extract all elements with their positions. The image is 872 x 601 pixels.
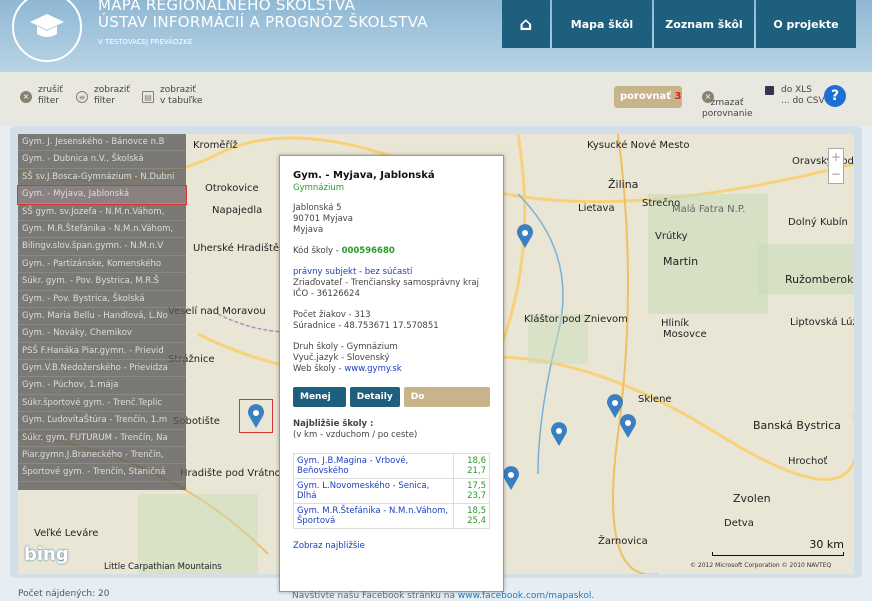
compare-count: 3 — [674, 91, 682, 102]
list-item[interactable]: Športové gym. - Trenčín, Staničná — [18, 464, 186, 482]
city-label: Veľké Leváre — [34, 528, 99, 539]
city-label: Sklene — [638, 394, 672, 405]
list-item[interactable]: SŠ sv.J.Bosca-Gymnázium - N.Dubni — [18, 169, 186, 187]
show-nearest-link[interactable]: Zobraz najbližšie — [293, 541, 490, 552]
city-label: Ružomberok — [785, 273, 854, 286]
export-csv-button[interactable]: ... do CSV — [781, 96, 825, 106]
school-kind: Druh školy - Gymnázium Vyuč.jazyk - Slove… — [293, 342, 402, 374]
city-label: Martin — [663, 255, 699, 268]
stats: Počet žiakov - 313 Súradnice - 48.753671 … — [293, 310, 439, 331]
address: Jablonská 5 90701 Myjava Myjava — [293, 203, 353, 235]
city-label: Lietava — [578, 203, 615, 214]
school-pin-icon[interactable] — [516, 224, 534, 248]
list-item[interactable]: Gym. - Pov. Bystrica, Školská — [18, 291, 186, 308]
map-scale: 30 km — [809, 538, 844, 551]
title-line-2: ÚSTAV INFORMÁCIÍ A PROGNÓZ ŠKOLSTVA — [98, 13, 428, 31]
header: MAPA REGIONÁLNEHO ŠKOLSTVA ÚSTAV INFORMÁC… — [0, 0, 872, 72]
city-label: Dolný Kubín — [788, 217, 848, 228]
school-type: Gymnázium — [293, 183, 344, 193]
graduation-cap-icon — [30, 14, 64, 37]
city-label: Žarnovica — [598, 536, 648, 547]
city-label: Malá Fatra N.P. — [672, 204, 746, 215]
list-item[interactable]: Súkr. gym. FUTURUM - Trenčín, Na — [18, 430, 186, 448]
web-link[interactable]: www.gymy.sk — [344, 364, 401, 374]
main-nav: ⌂ Mapa škôl Zoznam škôl O projekte — [502, 0, 858, 48]
school-pin-icon[interactable] — [550, 422, 568, 446]
list-item[interactable]: Gym. - Dubnica n.V., Školská — [18, 151, 186, 169]
city-label: Hliník — [661, 318, 689, 329]
zoom-out-icon[interactable]: − — [829, 166, 843, 183]
school-pin-icon[interactable] — [619, 414, 637, 438]
table-row[interactable]: Gym. L.Novomeského - Senica, Dlhá 17,5 23,… — [293, 478, 490, 504]
less-button[interactable]: Menej « — [293, 387, 346, 422]
list-item[interactable]: Bilingv.slov.špan.gymn. - N.M.n.V — [18, 238, 186, 256]
city-label: Kláštor pod Znievom — [524, 314, 628, 325]
city-label: Vrútky — [655, 231, 688, 242]
list-item[interactable]: Gym. - Nováky, Chemikov — [18, 325, 186, 343]
nearest-table: Gym. J.B.Magina - Vrbové, Beňovského 18,6… — [293, 453, 490, 529]
table-row[interactable]: Gym. M.R.Štefánika - N.M.n.Váhom, Športo… — [293, 503, 490, 529]
list-item[interactable]: Piar.gymn.J.Braneckého - Trenčín, — [18, 447, 186, 465]
site-title: MAPA REGIONÁLNEHO ŠKOLSTVA ÚSTAV INFORMÁC… — [98, 0, 428, 31]
site-subtitle: V TESTOVACEJ PREVÁDZKE — [98, 38, 193, 46]
city-label: Zvolen — [733, 492, 771, 505]
zoom-in-icon[interactable]: + — [829, 149, 843, 166]
clear-icon: × — [20, 91, 32, 103]
logo[interactable] — [12, 0, 82, 62]
list-item[interactable]: Gym. - Partizánske, Komenského — [18, 256, 186, 274]
city-label: Little Carpathian Mountains — [104, 562, 222, 572]
school-list: Gym. J. Jesenského - Bánovce n.B Gym. - … — [17, 134, 187, 490]
city-label: Liptovská Lúžna — [790, 317, 854, 328]
table-row[interactable]: Gym. J.B.Magina - Vrbové, Beňovského 18,6… — [293, 453, 490, 479]
city-label: Banská Bystrica — [753, 419, 841, 432]
list-item[interactable]: Gym. - Púchov, 1.mája — [18, 377, 186, 395]
nav-list[interactable]: Zoznam škôl — [654, 0, 754, 48]
city-label: Hrochoť — [788, 456, 828, 467]
legal-info: právny subjekt - bez súčastí Zriaďovateľ … — [293, 267, 490, 300]
city-label: Hradište pod Vrátnom — [180, 468, 291, 479]
list-item[interactable]: Súkr.športové gym. - Trenč.Teplic — [18, 395, 186, 413]
school-pin-icon[interactable] — [502, 466, 520, 490]
city-label: Mosovce — [663, 329, 707, 340]
bing-logo: bing — [24, 544, 69, 565]
city-label: Kroměříž — [193, 140, 238, 151]
city-label: Napajedla — [212, 205, 263, 216]
scale-bar — [712, 552, 844, 556]
nav-about[interactable]: O projekte — [756, 0, 856, 48]
list-item-selected[interactable]: Gym. - Myjava, Jablonská — [17, 185, 187, 205]
city-label: Detva — [724, 518, 754, 529]
school-code: Kód školy - 000596680 — [293, 246, 395, 256]
list-item[interactable]: SŠ gym. sv.Jozefa - N.M.n.Váhom, — [18, 204, 186, 221]
map-copyright: © 2012 Microsoft Corporation © 2010 NAVT… — [690, 562, 832, 569]
title-line-1: MAPA REGIONÁLNEHO ŠKOLSTVA — [98, 0, 356, 14]
school-name: Gym. - Myjava, Jablonská — [293, 170, 435, 181]
found-count: Počet nájdených: 20 — [18, 589, 110, 599]
add-compare-button[interactable]: Do porovnania — [403, 387, 490, 422]
list-item[interactable]: Súkr. gym. - Pov. Bystrica, M.R.Š — [18, 273, 186, 291]
help-icon[interactable]: ? — [824, 85, 846, 107]
table-icon: ▤ — [142, 91, 154, 103]
list-item[interactable]: Gym. M.R.Štefánika - N.M.n.Váhom, — [18, 221, 186, 239]
compare-button[interactable]: porovnať 3 — [614, 86, 682, 108]
city-label: Žilina — [608, 178, 639, 191]
legal-link[interactable]: právny subjekt - bez súčastí — [293, 267, 490, 278]
selected-school-pin-icon[interactable] — [239, 399, 273, 433]
filter-icon: ≡ — [76, 91, 88, 103]
zoom-control[interactable]: + − — [828, 148, 844, 184]
list-item[interactable]: PSŠ F.Hanáka Piar.gymn. - Prievid — [18, 343, 186, 361]
list-item[interactable]: Gym. Maria Bellu - Handlová, L.No — [18, 308, 186, 326]
city-label: Oravský Podzámok — [792, 156, 854, 167]
list-item[interactable]: Gym. ĽudovítaŠtúra - Trenčín, 1.m — [18, 412, 186, 430]
list-item[interactable]: Gym. J. Jesenského - Bánovce n.B — [18, 134, 186, 152]
list-item[interactable]: Gym.V.B.Nedožerského - Prievidza — [18, 360, 186, 378]
save-icon — [765, 86, 774, 95]
city-label: Kysucké Nové Mesto — [587, 140, 690, 151]
detail-button[interactable]: Detaily — [349, 387, 400, 407]
city-label: Otrokovice — [205, 183, 259, 194]
home-button[interactable]: ⌂ — [502, 0, 550, 48]
popup-buttons: Menej « Detaily Do porovnania — [293, 387, 490, 422]
nav-map[interactable]: Mapa škôl — [552, 0, 652, 48]
city-label: Uherské Hradiště — [193, 243, 280, 254]
school-popup: Gym. - Myjava, Jablonská Gymnázium Jablo… — [279, 155, 504, 592]
